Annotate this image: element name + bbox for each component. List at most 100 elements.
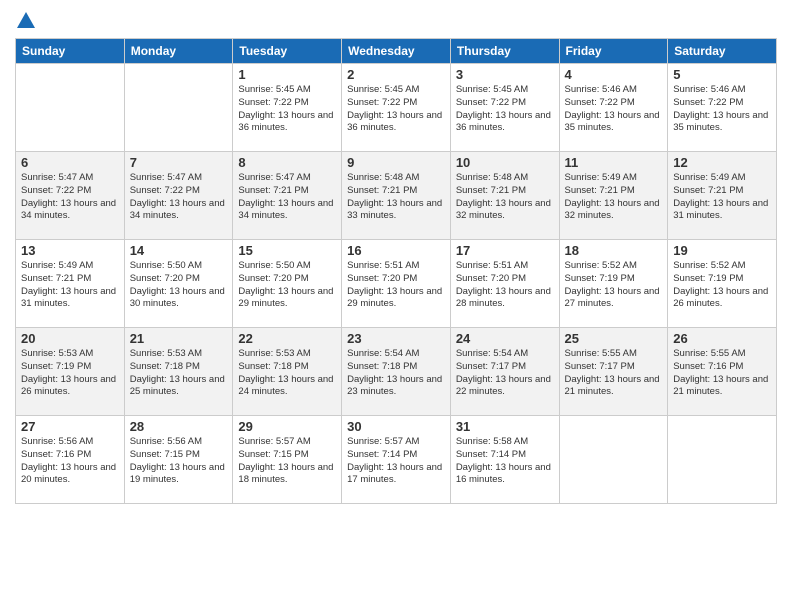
calendar-week-row: 6 Sunrise: 5:47 AMSunset: 7:22 PMDaylight… [16,152,777,240]
calendar-cell: 17 Sunrise: 5:51 AMSunset: 7:20 PMDayligh… [450,240,559,328]
header [15,10,777,32]
calendar-week-row: 1Sunrise: 5:45 AMSunset: 7:22 PMDaylight… [16,64,777,152]
day-number: 21 [130,331,228,346]
calendar-cell [124,64,233,152]
logo-icon [15,10,37,32]
calendar-cell: 9 Sunrise: 5:48 AMSunset: 7:21 PMDaylight… [342,152,451,240]
day-number: 17 [456,243,554,258]
weekday-header: Monday [124,39,233,64]
day-number: 2 [347,67,445,82]
day-number: 25 [565,331,663,346]
calendar-cell: 26 Sunrise: 5:55 AMSunset: 7:16 PMDayligh… [668,328,777,416]
day-info: Sunrise: 5:55 AMSunset: 7:17 PMDaylight:… [565,348,663,399]
day-info: Sunrise: 5:50 AMSunset: 7:20 PMDaylight:… [238,260,336,311]
day-number: 10 [456,155,554,170]
day-info: Sunrise: 5:46 AMSunset: 7:22 PMDaylight:… [673,84,771,135]
day-number: 28 [130,419,228,434]
calendar-cell: 7Sunrise: 5:47 AMSunset: 7:22 PMDaylight… [124,152,233,240]
day-number: 5 [673,67,771,82]
day-info: Sunrise: 5:57 AMSunset: 7:14 PMDaylight:… [347,436,445,487]
calendar-cell [559,416,668,504]
logo [15,10,39,32]
weekday-header: Saturday [668,39,777,64]
calendar-cell: 13 Sunrise: 5:49 AMSunset: 7:21 PMDayligh… [16,240,125,328]
day-info: Sunrise: 5:57 AMSunset: 7:15 PMDaylight:… [238,436,336,487]
calendar-cell: 23 Sunrise: 5:54 AMSunset: 7:18 PMDayligh… [342,328,451,416]
calendar-cell: 27 Sunrise: 5:56 AMSunset: 7:16 PMDayligh… [16,416,125,504]
day-info: Sunrise: 5:49 AMSunset: 7:21 PMDaylight:… [673,172,771,223]
day-number: 24 [456,331,554,346]
calendar-cell: 28 Sunrise: 5:56 AMSunset: 7:15 PMDayligh… [124,416,233,504]
day-info: Sunrise: 5:49 AMSunset: 7:21 PMDaylight:… [565,172,663,223]
calendar-cell: 4 Sunrise: 5:46 AMSunset: 7:22 PMDaylight… [559,64,668,152]
day-info: Sunrise: 5:45 AMSunset: 7:22 PMDaylight:… [238,84,336,135]
calendar-cell: 19 Sunrise: 5:52 AMSunset: 7:19 PMDayligh… [668,240,777,328]
calendar-cell: 15 Sunrise: 5:50 AMSunset: 7:20 PMDayligh… [233,240,342,328]
calendar-cell: 21Sunrise: 5:53 AMSunset: 7:18 PMDayligh… [124,328,233,416]
day-number: 3 [456,67,554,82]
day-info: Sunrise: 5:56 AMSunset: 7:16 PMDaylight:… [21,436,119,487]
weekday-header: Tuesday [233,39,342,64]
calendar-cell [16,64,125,152]
calendar-cell: 6 Sunrise: 5:47 AMSunset: 7:22 PMDaylight… [16,152,125,240]
day-number: 8 [238,155,336,170]
day-info: Sunrise: 5:50 AMSunset: 7:20 PMDaylight:… [130,260,228,311]
calendar-cell: 10 Sunrise: 5:48 AMSunset: 7:21 PMDayligh… [450,152,559,240]
day-number: 29 [238,419,336,434]
page: SundayMondayTuesdayWednesdayThursdayFrid… [0,0,792,612]
day-info: Sunrise: 5:53 AMSunset: 7:18 PMDaylight:… [238,348,336,399]
calendar-cell: 8 Sunrise: 5:47 AMSunset: 7:21 PMDaylight… [233,152,342,240]
calendar-cell: 29 Sunrise: 5:57 AMSunset: 7:15 PMDayligh… [233,416,342,504]
day-info: Sunrise: 5:52 AMSunset: 7:19 PMDaylight:… [565,260,663,311]
calendar-week-row: 13 Sunrise: 5:49 AMSunset: 7:21 PMDayligh… [16,240,777,328]
day-info: Sunrise: 5:52 AMSunset: 7:19 PMDaylight:… [673,260,771,311]
day-info: Sunrise: 5:55 AMSunset: 7:16 PMDaylight:… [673,348,771,399]
day-info: Sunrise: 5:51 AMSunset: 7:20 PMDaylight:… [347,260,445,311]
day-info: Sunrise: 5:48 AMSunset: 7:21 PMDaylight:… [347,172,445,223]
day-info: Sunrise: 5:51 AMSunset: 7:20 PMDaylight:… [456,260,554,311]
calendar-cell: 31 Sunrise: 5:58 AMSunset: 7:14 PMDayligh… [450,416,559,504]
calendar-cell: 2 Sunrise: 5:45 AMSunset: 7:22 PMDaylight… [342,64,451,152]
calendar-cell: 18Sunrise: 5:52 AMSunset: 7:19 PMDayligh… [559,240,668,328]
day-number: 31 [456,419,554,434]
calendar-cell: 12Sunrise: 5:49 AMSunset: 7:21 PMDayligh… [668,152,777,240]
calendar-cell [668,416,777,504]
day-number: 23 [347,331,445,346]
day-info: Sunrise: 5:45 AMSunset: 7:22 PMDaylight:… [456,84,554,135]
day-info: Sunrise: 5:47 AMSunset: 7:22 PMDaylight:… [21,172,119,223]
day-number: 27 [21,419,119,434]
day-number: 15 [238,243,336,258]
day-info: Sunrise: 5:48 AMSunset: 7:21 PMDaylight:… [456,172,554,223]
calendar-cell: 16 Sunrise: 5:51 AMSunset: 7:20 PMDayligh… [342,240,451,328]
day-info: Sunrise: 5:45 AMSunset: 7:22 PMDaylight:… [347,84,445,135]
day-info: Sunrise: 5:54 AMSunset: 7:18 PMDaylight:… [347,348,445,399]
day-info: Sunrise: 5:49 AMSunset: 7:21 PMDaylight:… [21,260,119,311]
day-info: Sunrise: 5:58 AMSunset: 7:14 PMDaylight:… [456,436,554,487]
day-number: 26 [673,331,771,346]
day-number: 6 [21,155,119,170]
calendar-cell: 1Sunrise: 5:45 AMSunset: 7:22 PMDaylight… [233,64,342,152]
calendar-header-row: SundayMondayTuesdayWednesdayThursdayFrid… [16,39,777,64]
weekday-header: Wednesday [342,39,451,64]
day-number: 13 [21,243,119,258]
day-info: Sunrise: 5:46 AMSunset: 7:22 PMDaylight:… [565,84,663,135]
day-info: Sunrise: 5:56 AMSunset: 7:15 PMDaylight:… [130,436,228,487]
day-number: 30 [347,419,445,434]
day-number: 11 [565,155,663,170]
day-number: 9 [347,155,445,170]
day-number: 16 [347,243,445,258]
day-info: Sunrise: 5:53 AMSunset: 7:19 PMDaylight:… [21,348,119,399]
day-number: 14 [130,243,228,258]
calendar-cell: 30 Sunrise: 5:57 AMSunset: 7:14 PMDayligh… [342,416,451,504]
calendar-cell: 14 Sunrise: 5:50 AMSunset: 7:20 PMDayligh… [124,240,233,328]
day-number: 19 [673,243,771,258]
calendar-cell: 11 Sunrise: 5:49 AMSunset: 7:21 PMDayligh… [559,152,668,240]
day-number: 7 [130,155,228,170]
day-info: Sunrise: 5:47 AMSunset: 7:21 PMDaylight:… [238,172,336,223]
day-number: 4 [565,67,663,82]
weekday-header: Friday [559,39,668,64]
calendar-week-row: 20 Sunrise: 5:53 AMSunset: 7:19 PMDayligh… [16,328,777,416]
calendar-cell: 24Sunrise: 5:54 AMSunset: 7:17 PMDayligh… [450,328,559,416]
day-number: 20 [21,331,119,346]
calendar-cell: 25 Sunrise: 5:55 AMSunset: 7:17 PMDayligh… [559,328,668,416]
